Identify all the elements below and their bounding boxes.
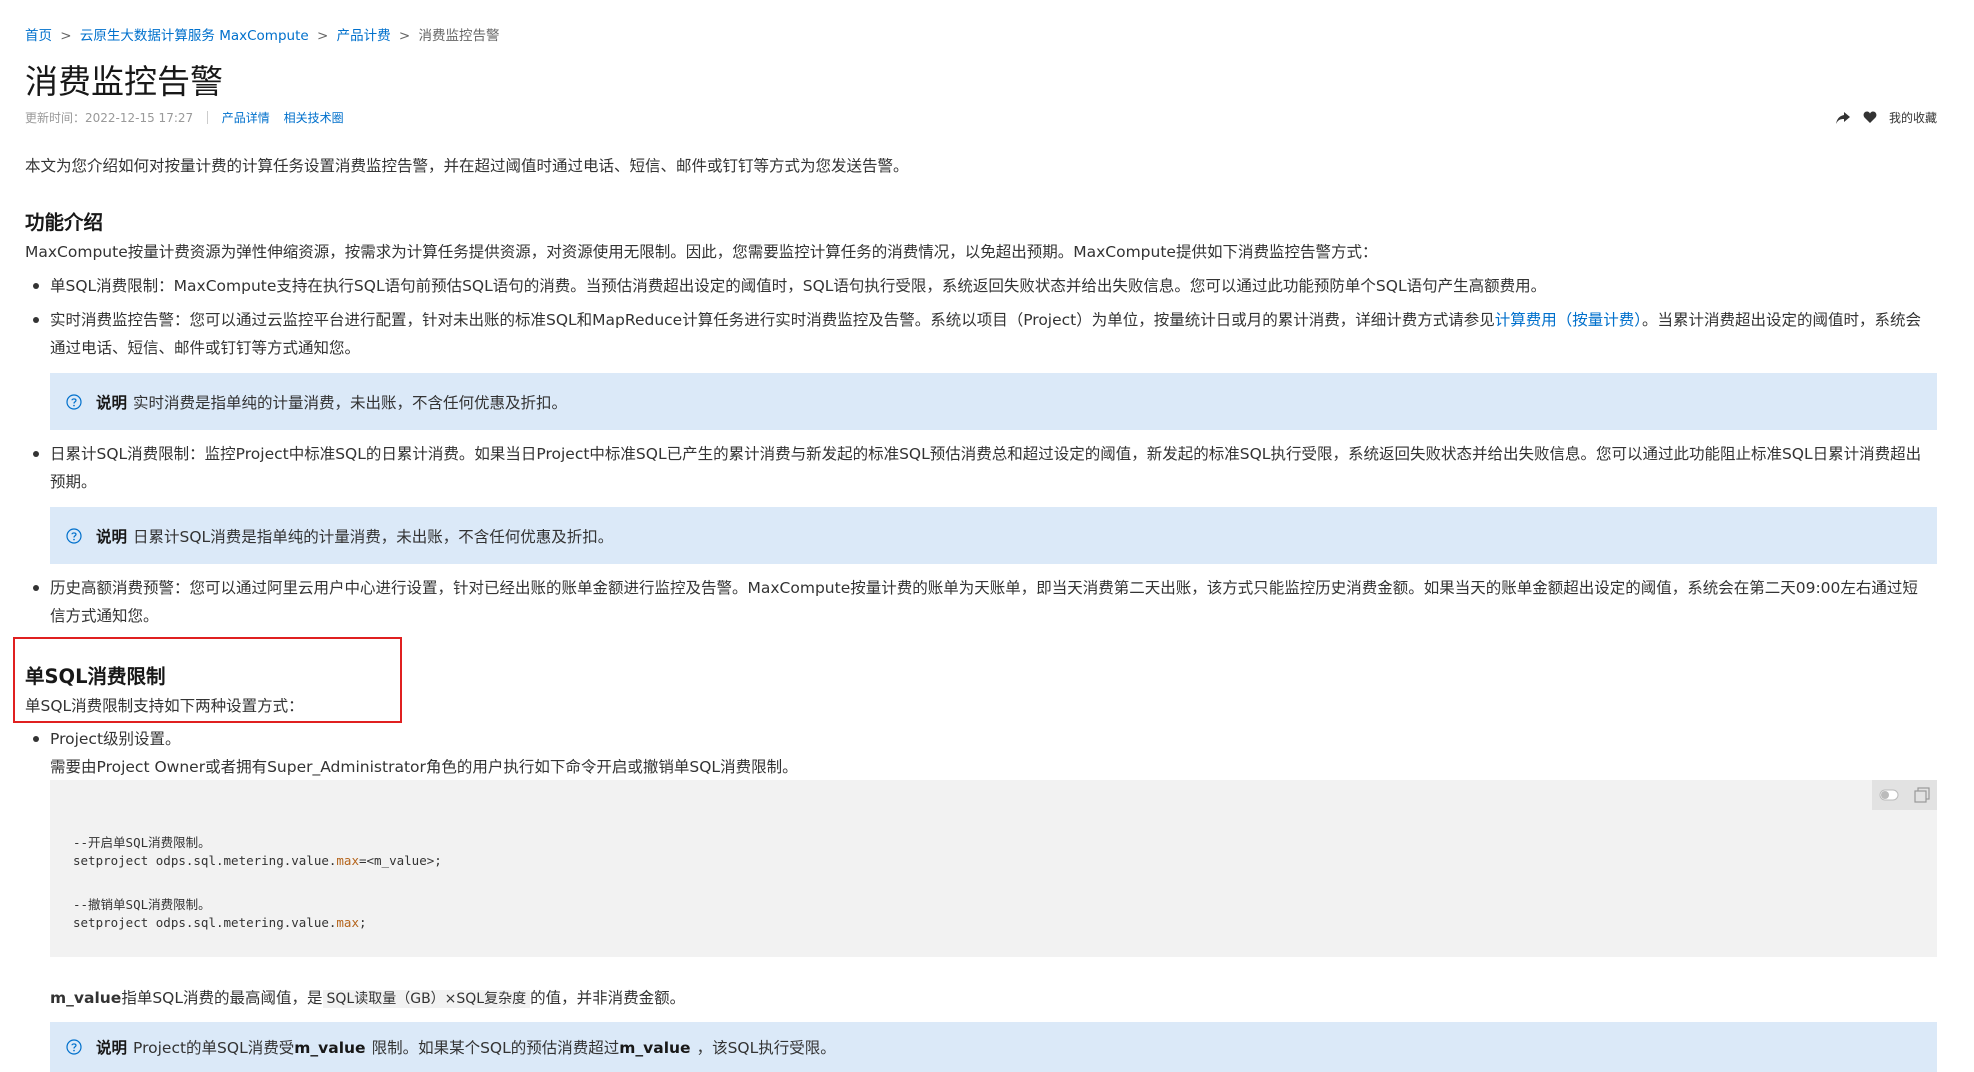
list-item: 日累计SQL消费限制：监控Project中标准SQL的日累计消费。如果当日Pro… (25, 440, 1925, 496)
paragraph-text: 指单SQL消费的最高阈值，是 (121, 989, 323, 1007)
bullet (33, 283, 39, 289)
note-term: m_value (294, 1039, 366, 1057)
breadcrumb-maxcompute[interactable]: 云原生大数据计算服务 MaxCompute (80, 28, 309, 44)
code-toolbar (1872, 780, 1937, 810)
bullet (33, 736, 39, 742)
bullet (33, 451, 39, 457)
list-item-text: 实时消费监控告警：您可以通过云监控平台进行配置，针对未出账的标准SQL和MapR… (50, 306, 1925, 362)
code-text: setproject odps.sql.metering.value. (73, 853, 337, 868)
meta-divider (206, 111, 208, 124)
question-circle-icon (66, 1039, 82, 1055)
updated-time: 更新时间：2022-12-15 17:27 (25, 111, 194, 125)
question-circle-icon (66, 393, 82, 410)
breadcrumb-billing[interactable]: 产品计费 (337, 28, 391, 44)
bullet (33, 585, 39, 591)
list-item-text: Project级别设置。 需要由Project Owner或者拥有Super_A… (50, 725, 1925, 781)
page-tools: 我的收藏 (1835, 109, 1937, 126)
note-text: Project的单SQL消费受m_value 限制。如果某个SQL的预估消费超过m… (133, 1036, 836, 1058)
inline-code: SQL读取量（GB）×SQL复杂度 (322, 990, 531, 1008)
list-item: 实时消费监控告警：您可以通过云监控平台进行配置，针对未出账的标准SQL和MapR… (25, 306, 1925, 362)
share-icon[interactable] (1835, 111, 1851, 125)
heart-icon[interactable] (1863, 111, 1877, 124)
note-text-part: 限制。如果某个SQL的预估消费超过 (371, 1039, 620, 1057)
note-label: 说明 (96, 1039, 128, 1057)
list-item: Project级别设置。 需要由Project Owner或者拥有Super_A… (25, 725, 1925, 781)
breadcrumb-separator: > (60, 28, 72, 44)
product-detail-link[interactable]: 产品详情 (222, 111, 270, 125)
breadcrumb: 首页 > 云原生大数据计算服务 MaxCompute > 产品计费 > 消费监控… (25, 24, 499, 44)
features-lead: MaxCompute按量计费资源为弹性伸缩资源，按需求为计算任务提供资源，对资源… (25, 243, 1378, 261)
note-text-part: Project的单SQL消费受 (133, 1039, 295, 1057)
list-item-desc: 需要由Project Owner或者拥有Super_Administrator角… (50, 758, 798, 776)
note-term: m_value (619, 1039, 691, 1057)
note-text-part: ，该SQL执行受限。 (696, 1039, 836, 1057)
paragraph-text: 的值，并非消费金额。 (530, 989, 686, 1007)
code-text: =<m_value>; (358, 853, 442, 868)
tech-circle-link[interactable]: 相关技术圈 (284, 111, 344, 125)
list-item-text-part: 实时消费监控告警：您可以通过云监控平台进行配置，针对未出账的标准SQL和MapR… (50, 311, 1495, 329)
code-line: setproject odps.sql.metering.value.max; (73, 915, 367, 930)
list-item-text: 历史高额消费预警：您可以通过阿里云用户中心进行设置，针对已经出账的账单金额进行监… (50, 579, 1918, 625)
code-text: setproject odps.sql.metering.value. (73, 915, 337, 930)
code-keyword: max (336, 915, 359, 930)
bullet (33, 317, 39, 323)
list-item: 历史高额消费预警：您可以通过阿里云用户中心进行设置，针对已经出账的账单金额进行监… (25, 574, 1925, 630)
note-label: 说明 (96, 527, 128, 546)
breadcrumb-home[interactable]: 首页 (25, 28, 52, 44)
section-heading-features: 功能介绍 (25, 211, 104, 234)
copy-icon[interactable] (1914, 787, 1930, 803)
page-title: 消费监控告警 (25, 62, 223, 101)
compute-billing-link[interactable]: 计算费用（按量计费） (1495, 311, 1642, 329)
theme-toggle-icon[interactable] (1879, 788, 1899, 802)
breadcrumb-separator: > (398, 28, 411, 44)
note-label: 说明 (96, 393, 128, 412)
code-text: ; (358, 915, 367, 930)
favorite-label[interactable]: 我的收藏 (1889, 109, 1937, 126)
note-box: 说明 实时消费是指单纯的计量消费，未出账，不含任何优惠及折扣。 (50, 373, 1937, 430)
page-meta: 更新时间：2022-12-15 17:27 产品详情 相关技术圈 (25, 109, 354, 126)
mvalue-term: m_value (50, 989, 122, 1007)
note-box: 说明 Project的单SQL消费受m_value 限制。如果某个SQL的预估消费… (50, 1022, 1937, 1072)
code-block: --开启单SQL消费限制。 setproject odps.sql.meteri… (50, 780, 1937, 957)
breadcrumb-current: 消费监控告警 (418, 28, 500, 44)
list-item-text: 日累计SQL消费限制：监控Project中标准SQL的日累计消费。如果当日Pro… (50, 445, 1922, 491)
note-text: 实时消费是指单纯的计量消费，未出账，不含任何优惠及折扣。 (133, 393, 568, 412)
mvalue-paragraph: m_value指单SQL消费的最高阈值，是 SQL读取量（GB）×SQL复杂度 的值… (50, 986, 685, 1008)
code-keyword: max (336, 853, 359, 868)
intro-paragraph: 本文为您介绍如何对按量计费的计算任务设置消费监控告警，并在超过阈值时通过电话、短… (25, 157, 909, 175)
list-item-title: Project级别设置。 (50, 730, 181, 748)
highlight-box (13, 637, 402, 723)
code-comment: --开启单SQL消费限制。 (73, 835, 211, 850)
note-box: 说明 日累计SQL消费是指单纯的计量消费，未出账，不含任何优惠及折扣。 (50, 507, 1937, 564)
breadcrumb-separator: > (316, 28, 329, 44)
code-comment: --撤销单SQL消费限制。 (73, 897, 211, 912)
question-circle-icon (66, 527, 82, 544)
list-item: 单SQL消费限制：MaxCompute支持在执行SQL语句前预估SQL语句的消费… (25, 272, 1925, 300)
note-text: 日累计SQL消费是指单纯的计量消费，未出账，不含任何优惠及折扣。 (133, 527, 614, 546)
list-item-text: 单SQL消费限制：MaxCompute支持在执行SQL语句前预估SQL语句的消费… (50, 277, 1547, 295)
code-line: setproject odps.sql.metering.value.max=<… (73, 853, 442, 868)
